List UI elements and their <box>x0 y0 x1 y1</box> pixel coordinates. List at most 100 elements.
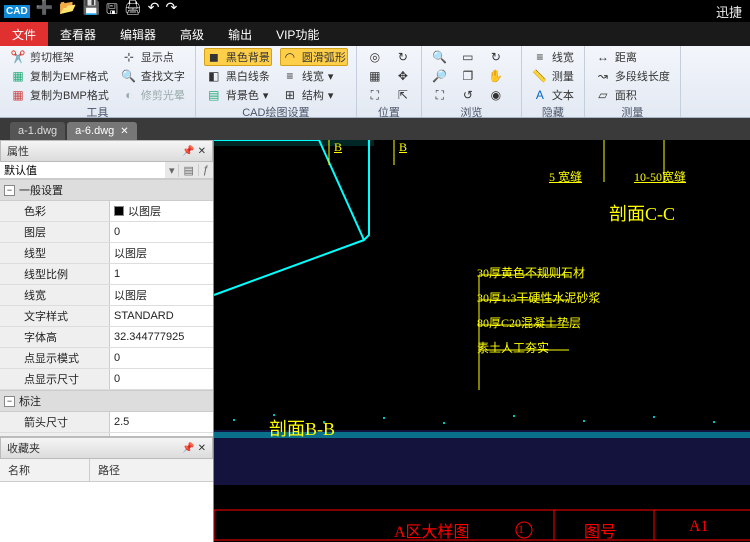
left-panel: 属性 📌 ✕ ▾ ▤ ƒ −一般设置 色彩以图层 图层0 线型以图层 线型比例1… <box>0 140 214 542</box>
copy-bmp-button[interactable]: ▦复制为BMP格式 <box>8 86 111 104</box>
note-concrete: 80厚C20混凝土垫层 <box>477 314 581 331</box>
pin-icon[interactable]: 📌 ✕ <box>182 443 206 454</box>
open-icon[interactable]: 📂 <box>59 0 76 23</box>
browse-btn-7[interactable]: ↻ <box>486 48 506 66</box>
pos-btn-6[interactable]: ⇱ <box>393 86 413 104</box>
section-cc-label: 剖面C-C <box>609 200 675 226</box>
find-text-button[interactable]: 🔍查找文字 <box>119 67 187 85</box>
close-icon[interactable]: ✕ <box>120 126 128 137</box>
property-grid[interactable]: −一般设置 色彩以图层 图层0 线型以图层 线型比例1 线宽以图层 文字样式ST… <box>0 179 213 436</box>
group-pos-label: 位置 <box>365 104 413 122</box>
default-input[interactable] <box>0 162 165 178</box>
multiline-len-button[interactable]: ↝多段线长度 <box>593 67 672 85</box>
hide-text-button[interactable]: A文本 <box>530 86 576 104</box>
orbit-icon: ◉ <box>488 87 504 103</box>
distance-button[interactable]: ↔距离 <box>593 48 672 66</box>
default-combo[interactable]: ▾ ▤ ƒ <box>0 162 213 179</box>
pos-btn-1[interactable]: ◎ <box>365 48 385 66</box>
prop-ltscale[interactable]: 线型比例1 <box>0 264 213 285</box>
tab-advanced[interactable]: 高级 <box>168 22 216 46</box>
tab-editor[interactable]: 编辑器 <box>108 22 168 46</box>
section-mark-b2: B <box>399 140 407 155</box>
doctab-a6[interactable]: a-6.dwg✕ <box>67 122 137 140</box>
bw-lines-button[interactable]: ◧黑白线条 <box>204 67 272 85</box>
prop-fontheight[interactable]: 字体高32.344777925 <box>0 327 213 348</box>
next-icon: ↻ <box>488 49 504 65</box>
browse-btn-6[interactable]: ↺ <box>458 86 478 104</box>
browse-btn-8[interactable]: ✋ <box>486 67 506 85</box>
emf-icon: ▦ <box>10 68 26 84</box>
app-title: 迅捷 <box>716 2 742 21</box>
prop-color[interactable]: 色彩以图层 <box>0 201 213 222</box>
prop-textstyle[interactable]: 文字样式STANDARD <box>0 306 213 327</box>
prop-ptsize[interactable]: 点显示尺寸0 <box>0 369 213 390</box>
tab-viewer[interactable]: 查看器 <box>48 22 108 46</box>
chevron-down-icon: ▾ <box>328 70 334 83</box>
copy-emf-button[interactable]: ▦复制为EMF格式 <box>8 67 111 85</box>
cat-dimension[interactable]: −标注 <box>0 390 213 412</box>
tab-vip[interactable]: VIP功能 <box>264 22 331 46</box>
undo-icon[interactable]: ↶ <box>148 0 160 23</box>
ruler-icon: 📏 <box>532 68 548 84</box>
redo-icon[interactable]: ↷ <box>165 0 177 23</box>
browse-btn-9[interactable]: ◉ <box>486 86 506 104</box>
pin-icon[interactable]: 📌 ✕ <box>182 146 206 157</box>
prop-arrowsize[interactable]: 箭头尺寸2.5 <box>0 412 213 433</box>
pos-btn-4[interactable]: ↻ <box>393 48 413 66</box>
tab-output[interactable]: 输出 <box>216 22 264 46</box>
zoom-out-icon: 🔎 <box>432 68 448 84</box>
save-icon[interactable]: 💾 <box>83 0 100 23</box>
print-icon[interactable]: 🖨 <box>124 0 142 23</box>
hide-measure-button[interactable]: 📏测量 <box>530 67 576 85</box>
new-icon[interactable]: ➕ <box>36 0 53 23</box>
browse-btn-5[interactable]: ❐ <box>458 67 478 85</box>
area-button[interactable]: ▱面积 <box>593 86 672 104</box>
fit-icon: ⛶ <box>367 87 383 103</box>
smooth-arc-button[interactable]: ◠圆滑弧形 <box>280 48 348 66</box>
line-weight-button[interactable]: ≡线宽▾ <box>280 67 348 85</box>
text-icon: A <box>532 87 548 103</box>
browse-btn-4[interactable]: ▭ <box>458 48 478 66</box>
browse-btn-2[interactable]: 🔎 <box>430 67 450 85</box>
doctab-a1[interactable]: a-1.dwg <box>10 122 65 140</box>
black-bg-button[interactable]: ◼黑色背景 <box>204 48 272 66</box>
saveas-icon[interactable]: 🖫 <box>106 0 118 23</box>
fx-icon[interactable]: ƒ <box>198 164 213 176</box>
grid-icon: ▦ <box>367 68 383 84</box>
browse-icon[interactable]: ▤ <box>178 164 197 177</box>
collapse-icon[interactable]: − <box>4 396 15 407</box>
drawing-viewport[interactable]: B B 5 宽缝 10-50宽缝 剖面C-C 30厚黄色不规则石材 30厚1:3… <box>214 140 750 542</box>
browse-btn-1[interactable]: 🔍 <box>430 48 450 66</box>
prop-linetype[interactable]: 线型以图层 <box>0 243 213 264</box>
structure-button[interactable]: ⊞结构▾ <box>280 86 348 104</box>
col-path[interactable]: 路径 <box>90 459 128 481</box>
chevron-down-icon[interactable]: ▾ <box>165 164 179 177</box>
show-points-button[interactable]: ⊹显示点 <box>119 48 187 66</box>
search-icon: 🔍 <box>121 68 137 84</box>
pos-btn-3[interactable]: ⛶ <box>365 86 385 104</box>
line-icon: ≡ <box>532 49 548 65</box>
collapse-icon[interactable]: − <box>4 185 15 196</box>
prop-ptdisp[interactable]: 点显示模式0 <box>0 348 213 369</box>
hide-line-button[interactable]: ≡线宽 <box>530 48 576 66</box>
browse-btn-3[interactable]: ⛶ <box>430 86 450 104</box>
note-soil: 素土人工夯实 <box>477 339 549 356</box>
clip-frame-button[interactable]: ✂️剪切框架 <box>8 48 111 66</box>
win-icon: ❐ <box>460 68 476 84</box>
bg-color-button[interactable]: ▤背景色▾ <box>204 86 272 104</box>
cat-general[interactable]: −一般设置 <box>0 179 213 201</box>
pos-btn-5[interactable]: ✥ <box>393 67 413 85</box>
pos-btn-2[interactable]: ▦ <box>365 67 385 85</box>
ribbon-tabs: 文件 查看器 编辑器 高级 输出 VIP功能 <box>0 22 750 46</box>
point-icon: ⊹ <box>121 49 137 65</box>
struct-icon: ⊞ <box>282 87 298 103</box>
arc-icon: ◠ <box>282 49 298 65</box>
bmp-icon: ▦ <box>10 87 26 103</box>
prop-layer[interactable]: 图层0 <box>0 222 213 243</box>
favorites-body[interactable] <box>0 482 213 542</box>
group-browse: 🔍 🔎 ⛶ ▭ ❐ ↺ ↻ ✋ ◉ 浏览 <box>422 46 522 117</box>
bwline-icon: ◧ <box>206 68 222 84</box>
col-name[interactable]: 名称 <box>0 459 90 481</box>
prop-lineweight[interactable]: 线宽以图层 <box>0 285 213 306</box>
tab-file[interactable]: 文件 <box>0 22 48 46</box>
